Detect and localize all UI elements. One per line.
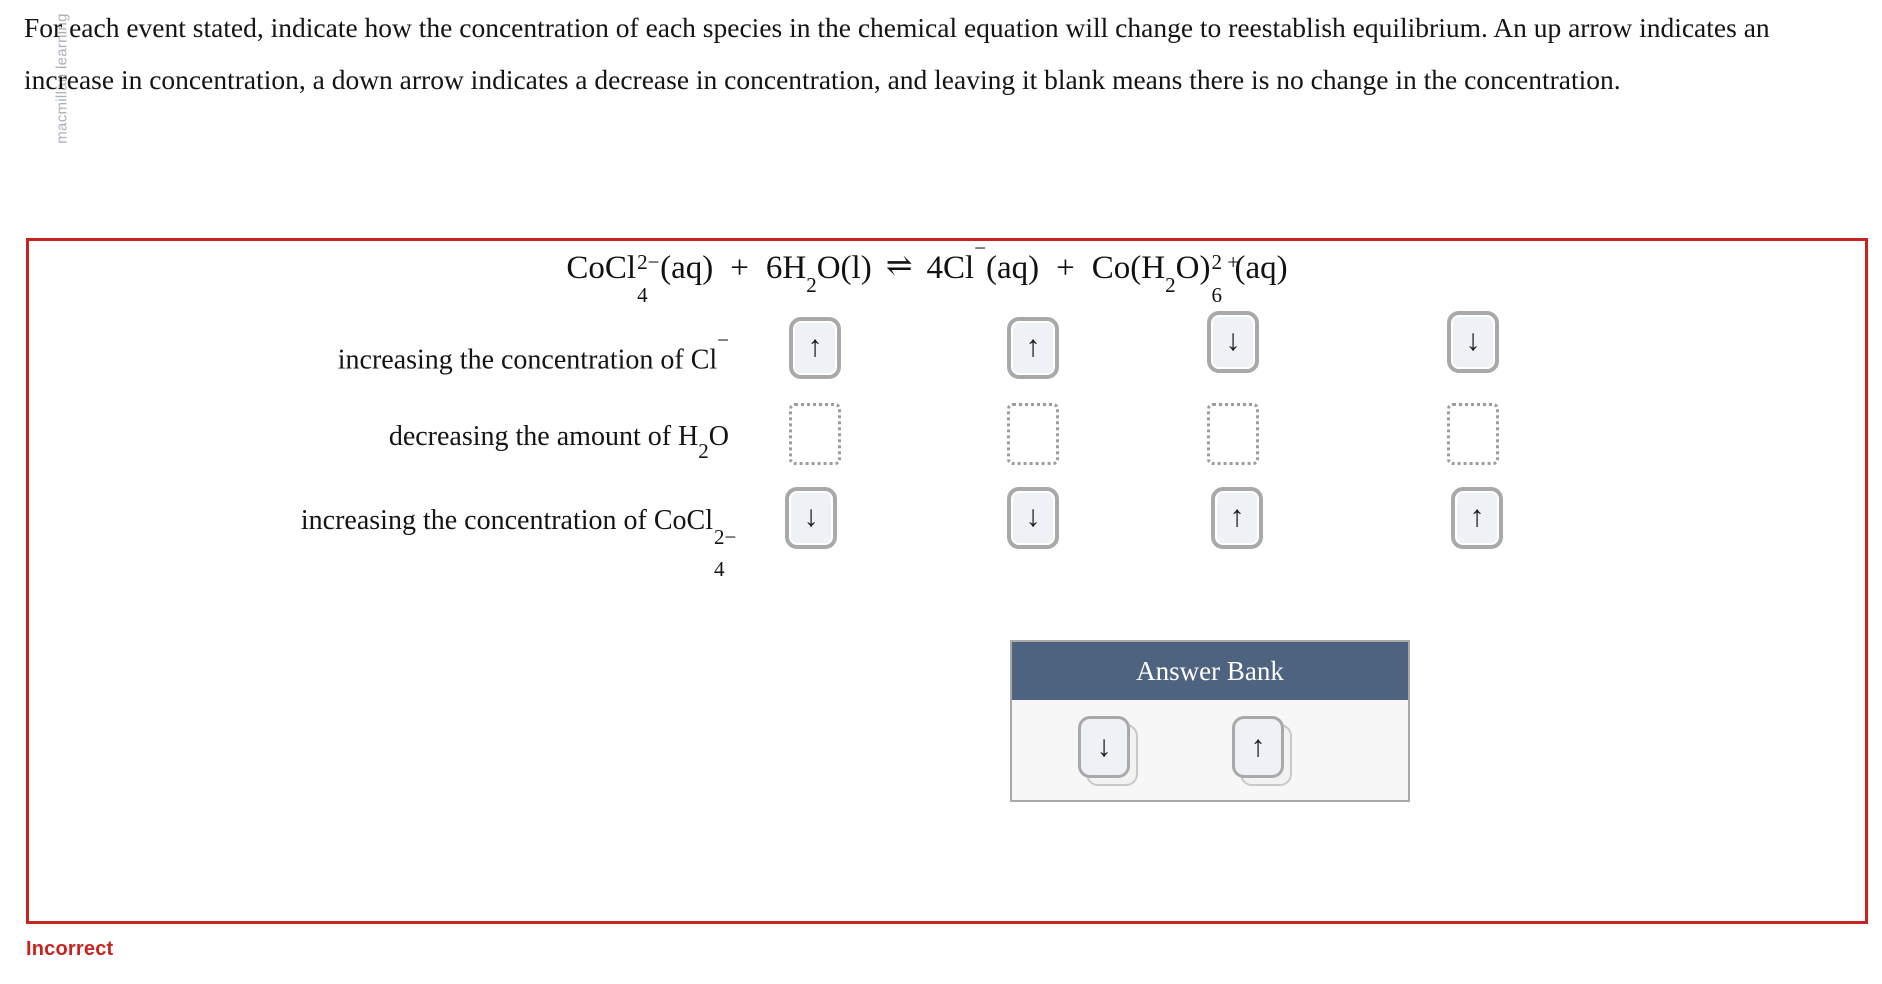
equation-product-cohydrate: Co(H2O) 2 +6 (aq) bbox=[1091, 250, 1288, 306]
dropcell-decrease-h2o-col3[interactable] bbox=[1207, 403, 1273, 469]
row-cells-increase-cl: ↑ ↑ ↓ ↓ bbox=[789, 303, 1769, 399]
dropcell-increase-cl-col1[interactable]: ↑ bbox=[789, 317, 855, 383]
arrow-glyph: ↑ bbox=[1469, 500, 1485, 533]
reactant1-formula: CoCl bbox=[566, 250, 637, 286]
matrix-row-decrease-h2o: decreasing the amount of H2O bbox=[29, 389, 1865, 485]
reactant2-element-h: H bbox=[782, 250, 807, 286]
answer-bank-panel: Answer Bank ↓ ↑ bbox=[1010, 640, 1410, 802]
down-arrow-icon: ↓ bbox=[1096, 730, 1112, 763]
row-label-suffix: O bbox=[708, 421, 729, 452]
answer-tile-up[interactable]: ↑ bbox=[1007, 317, 1059, 379]
product1-state: (aq) bbox=[986, 250, 1040, 286]
empty-dropzone[interactable] bbox=[1007, 403, 1059, 465]
product2-formula-mid: O) bbox=[1175, 250, 1211, 286]
product2-state: (aq) bbox=[1234, 250, 1288, 286]
down-arrow-tile[interactable]: ↓ bbox=[1078, 716, 1130, 778]
answer-tile-down[interactable]: ↓ bbox=[1447, 311, 1499, 373]
up-arrow-tile[interactable]: ↑ bbox=[1232, 716, 1284, 778]
product2-formula-open: Co(H bbox=[1091, 250, 1166, 286]
dropcell-increase-cocl4-col3[interactable]: ↑ bbox=[1211, 487, 1277, 553]
equilibrium-arrow-icon: ⇌ bbox=[885, 247, 913, 283]
answer-bank-item-down[interactable]: ↓ bbox=[1078, 716, 1142, 788]
matrix-row-increase-cocl4: increasing the concentration of CoCl 2− 4 … bbox=[29, 473, 1865, 581]
product1-coefficient: 4 bbox=[926, 250, 944, 286]
equation-plus-1: + bbox=[730, 250, 749, 286]
matrix-row-increase-cl: increasing the concentration of Cl− ↑ ↑ … bbox=[29, 303, 1865, 399]
row-cells-increase-cocl4: ↓ ↓ ↑ ↑ bbox=[785, 473, 1769, 569]
arrow-glyph: ↑ bbox=[807, 330, 823, 363]
answer-tile-down[interactable]: ↓ bbox=[1207, 311, 1259, 373]
answer-tile-up[interactable]: ↑ bbox=[1451, 487, 1503, 549]
arrow-glyph: ↓ bbox=[1225, 324, 1241, 357]
reactant2-coefficient: 6 bbox=[765, 250, 783, 286]
dropcell-increase-cocl4-col4[interactable]: ↑ bbox=[1451, 487, 1517, 553]
arrow-glyph: ↓ bbox=[803, 500, 819, 533]
answer-bank-body: ↓ ↑ bbox=[1012, 700, 1408, 800]
dropcell-increase-cl-col4[interactable]: ↓ bbox=[1447, 311, 1513, 377]
product1-charge: − bbox=[974, 236, 987, 260]
product1-formula: Cl bbox=[943, 250, 975, 286]
status-incorrect: Incorrect bbox=[26, 938, 114, 960]
equation-product-cl: 4Cl−(aq) bbox=[926, 238, 1040, 286]
product2-inner-subscript: 2 bbox=[1165, 272, 1176, 297]
row-cells-decrease-h2o bbox=[789, 389, 1769, 485]
row-label-subscript: 2 bbox=[698, 438, 709, 463]
row-label-text: increasing the concentration of Cl bbox=[337, 344, 718, 376]
arrow-glyph: ↑ bbox=[1229, 500, 1245, 533]
question-container: CoCl 2− 4 (aq) +6H2O(l) ⇌ 4Cl−(aq) + Co(H2O) 2 +6… bbox=[26, 238, 1868, 924]
row-label-text: decreasing the amount of H bbox=[388, 421, 699, 452]
row-label-text: increasing the concentration of CoCl bbox=[300, 505, 713, 536]
answer-tile-down[interactable]: ↓ bbox=[1007, 487, 1059, 549]
dropcell-decrease-h2o-col4[interactable] bbox=[1447, 403, 1513, 469]
answer-tile-down[interactable]: ↓ bbox=[785, 487, 837, 549]
answer-bank-item-up[interactable]: ↑ bbox=[1232, 716, 1296, 788]
arrow-glyph: ↓ bbox=[1465, 324, 1481, 357]
chemical-equation: CoCl 2− 4 (aq) +6H2O(l) ⇌ 4Cl−(aq) + Co(H2O) 2 +6… bbox=[29, 238, 1865, 306]
empty-dropzone[interactable] bbox=[789, 403, 841, 465]
dropcell-increase-cocl4-col2[interactable]: ↓ bbox=[1007, 487, 1073, 553]
reactant1-charge: 2− bbox=[637, 250, 660, 274]
empty-dropzone[interactable] bbox=[1207, 403, 1259, 465]
equation-reactant-cocl4: CoCl 2− 4 (aq) bbox=[566, 250, 714, 306]
reactant2-subscript: 2 bbox=[806, 272, 817, 297]
row-label-increase-cocl4: increasing the concentration of CoCl 2− 4 bbox=[69, 473, 736, 581]
equation-plus-2: + bbox=[1056, 250, 1075, 286]
product2-charge: 2 + bbox=[1211, 250, 1240, 274]
dropcell-decrease-h2o-col1[interactable] bbox=[789, 403, 855, 469]
reactant2-element-o: O bbox=[816, 250, 841, 286]
row-label-subscript: 4 bbox=[714, 557, 725, 581]
empty-dropzone[interactable] bbox=[1447, 403, 1499, 465]
reactant2-state: (l) bbox=[840, 250, 872, 286]
arrow-glyph: ↓ bbox=[1025, 500, 1041, 533]
answer-tile-up[interactable]: ↑ bbox=[789, 317, 841, 379]
answer-bank-title: Answer Bank bbox=[1012, 642, 1408, 700]
dropcell-decrease-h2o-col2[interactable] bbox=[1007, 403, 1073, 469]
answer-tile-up[interactable]: ↑ bbox=[1211, 487, 1263, 549]
dropcell-increase-cocl4-col1[interactable]: ↓ bbox=[785, 487, 851, 553]
reactant1-state: (aq) bbox=[660, 250, 714, 286]
dropcell-increase-cl-col2[interactable]: ↑ bbox=[1007, 317, 1073, 383]
up-arrow-icon: ↑ bbox=[1250, 730, 1266, 763]
row-label-charge: − bbox=[717, 328, 729, 352]
equation-reactant-h2o: 6H2O(l) bbox=[765, 250, 872, 296]
dropcell-increase-cl-col3[interactable]: ↓ bbox=[1207, 311, 1273, 377]
instructions-text: For each event stated, indicate how the … bbox=[24, 12, 1770, 95]
arrow-glyph: ↑ bbox=[1025, 330, 1041, 363]
